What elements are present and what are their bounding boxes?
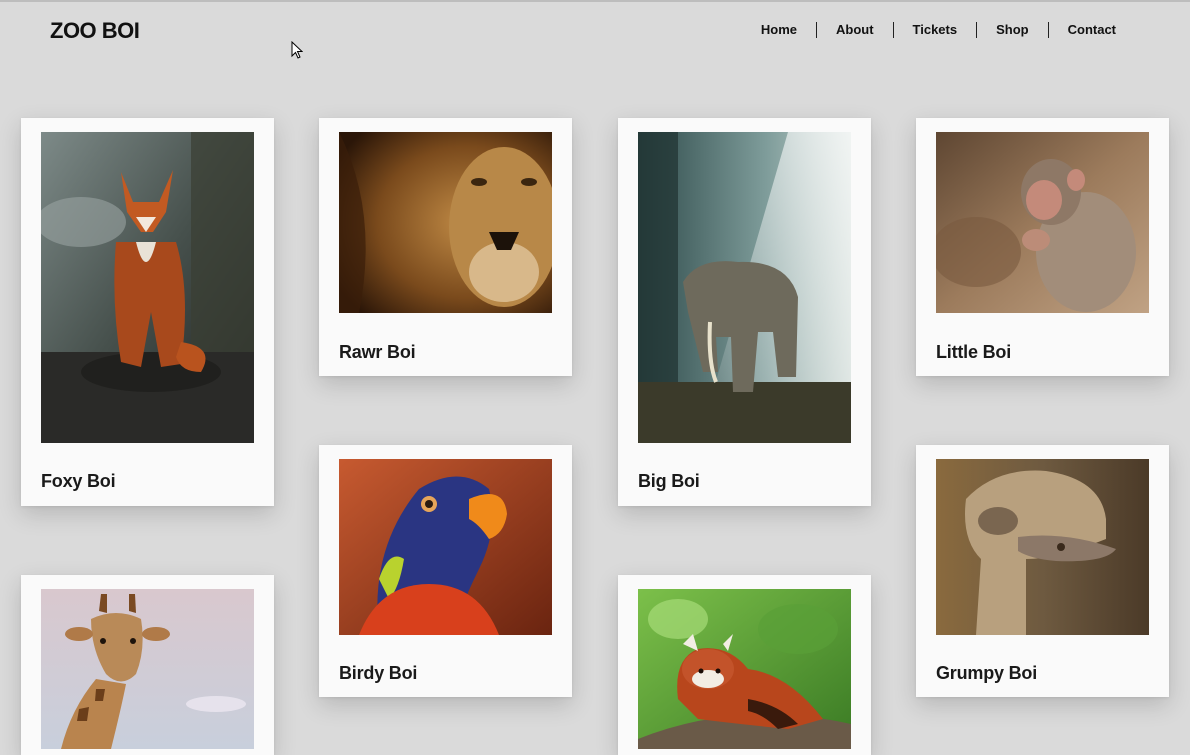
red-panda-photo bbox=[638, 589, 851, 749]
nav-shop-link[interactable]: Shop bbox=[977, 22, 1048, 38]
animal-card-red-panda[interactable] bbox=[618, 575, 871, 755]
site-logo[interactable]: ZOO BOI bbox=[50, 18, 140, 44]
monkey-photo bbox=[936, 132, 1149, 313]
nav-tickets-link[interactable]: Tickets bbox=[894, 22, 977, 38]
nav-contact-link[interactable]: Contact bbox=[1049, 22, 1135, 38]
card-title: Foxy Boi bbox=[41, 471, 116, 491]
animal-card-fox[interactable]: Foxy Boi bbox=[21, 118, 274, 506]
card-title: Grumpy Boi bbox=[936, 663, 1038, 683]
mouse-pointer-icon bbox=[291, 41, 303, 59]
card-title: Rawr Boi bbox=[339, 342, 416, 362]
animal-card-parrot[interactable]: Birdy Boi bbox=[319, 445, 572, 697]
parrot-photo bbox=[339, 459, 552, 635]
lion-photo bbox=[339, 132, 552, 313]
ostrich-photo bbox=[936, 459, 1149, 635]
animal-card-ostrich[interactable]: Grumpy Boi bbox=[916, 445, 1169, 697]
animal-card-elephant[interactable]: Big Boi bbox=[618, 118, 871, 506]
top-border bbox=[0, 0, 1190, 2]
card-title: Big Boi bbox=[638, 471, 700, 491]
animal-card-giraffe[interactable] bbox=[21, 575, 274, 755]
card-title: Birdy Boi bbox=[339, 663, 418, 683]
giraffe-photo bbox=[41, 589, 254, 749]
card-title: Little Boi bbox=[936, 342, 1011, 362]
animal-card-monkey[interactable]: Little Boi bbox=[916, 118, 1169, 376]
fox-photo bbox=[41, 132, 254, 443]
elephant-photo bbox=[638, 132, 851, 443]
nav-about-link[interactable]: About bbox=[817, 22, 893, 38]
main-nav: Home About Tickets Shop Contact bbox=[742, 22, 1135, 38]
animal-card-lion[interactable]: Rawr Boi bbox=[319, 118, 572, 376]
nav-home-link[interactable]: Home bbox=[742, 22, 816, 38]
